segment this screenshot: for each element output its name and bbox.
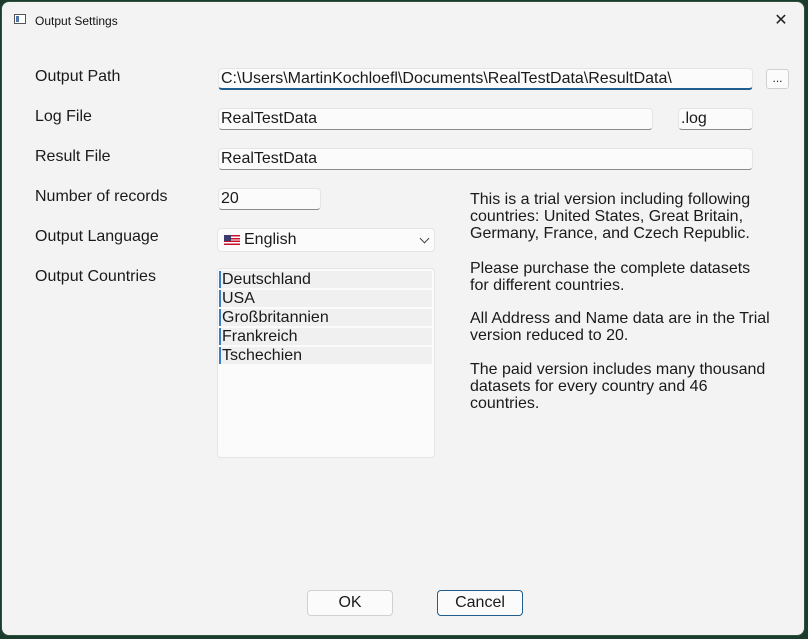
- output-path-label: Output Path: [35, 68, 121, 85]
- ok-button[interactable]: OK: [307, 590, 393, 616]
- output-settings-dialog: Output Settings ✕ Output Path ... Log Fi…: [1, 1, 805, 636]
- language-label: Output Language: [35, 228, 159, 245]
- browse-button[interactable]: ...: [766, 69, 789, 89]
- chevron-down-icon: [419, 233, 430, 244]
- info-trial-text: This is a trial version including follow…: [470, 191, 751, 242]
- list-item-tschechien[interactable]: Tschechien: [219, 347, 432, 364]
- log-file-label: Log File: [35, 108, 92, 125]
- result-file-input[interactable]: [218, 148, 753, 170]
- language-select[interactable]: English: [217, 228, 435, 252]
- list-item-frankreich[interactable]: Frankreich: [219, 328, 432, 345]
- countries-listbox[interactable]: Deutschland USA Großbritannien Frankreic…: [217, 268, 435, 458]
- info-purchase-text: Please purchase the complete datasets fo…: [470, 260, 751, 294]
- language-selected-value: English: [244, 231, 297, 248]
- close-button[interactable]: ✕: [758, 2, 804, 38]
- records-label: Number of records: [35, 188, 168, 205]
- output-path-input[interactable]: [218, 68, 753, 90]
- info-reduced-text: All Address and Name data are in the Tri…: [470, 310, 770, 344]
- us-flag-icon: [224, 235, 240, 245]
- records-input[interactable]: [218, 188, 321, 210]
- countries-label: Output Countries: [35, 268, 156, 285]
- list-item-usa[interactable]: USA: [219, 290, 432, 307]
- title-bar: Output Settings ✕: [2, 2, 804, 40]
- app-window-icon: [14, 14, 26, 24]
- info-paid-text: The paid version includes many thousand …: [470, 361, 766, 412]
- list-item-deutschland[interactable]: Deutschland: [219, 271, 432, 288]
- window-title: Output Settings: [35, 14, 118, 28]
- log-extension-input[interactable]: [678, 108, 753, 130]
- log-file-input[interactable]: [218, 108, 653, 130]
- result-file-label: Result File: [35, 148, 111, 165]
- list-item-grossbritannien[interactable]: Großbritannien: [219, 309, 432, 326]
- cancel-button[interactable]: Cancel: [437, 590, 523, 616]
